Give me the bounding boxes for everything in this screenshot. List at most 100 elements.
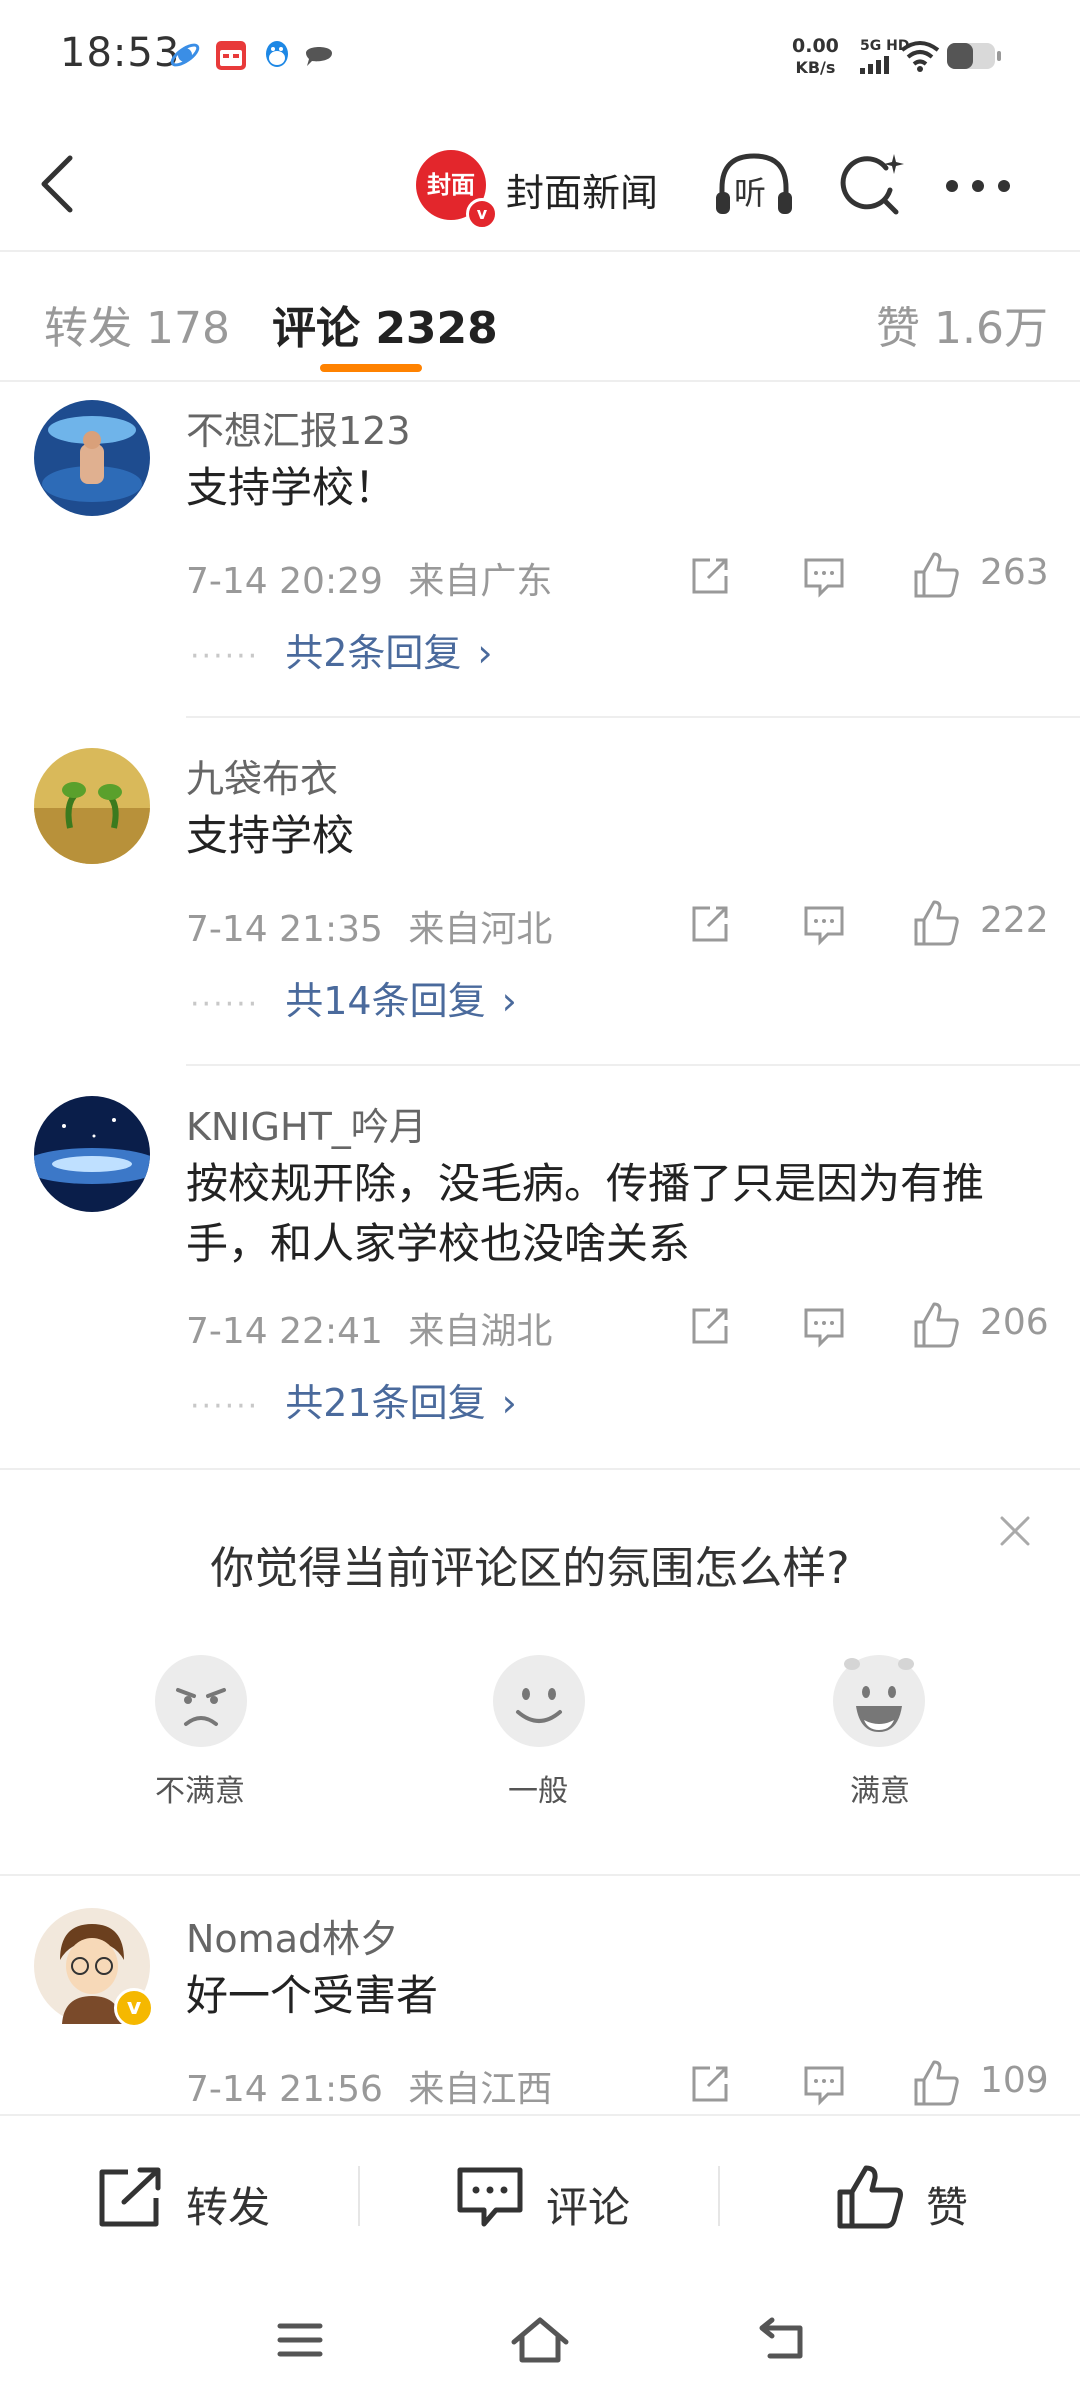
tab-repost[interactable]: 转发 178 bbox=[44, 292, 230, 356]
net-speed-value: 0.00 bbox=[792, 35, 839, 57]
status-time: 18:53 bbox=[60, 30, 181, 76]
laughing-face-icon[interactable] bbox=[832, 1654, 926, 1748]
back-icon[interactable] bbox=[34, 152, 80, 216]
signal-icon bbox=[860, 56, 892, 74]
repost-label[interactable]: 转发 bbox=[186, 2174, 270, 2235]
comment-location: 来自湖北 bbox=[408, 1311, 553, 1352]
like-count: 222 bbox=[980, 900, 1049, 941]
comment-location: 来自河北 bbox=[408, 909, 553, 950]
comment-meta: 7-14 21:56 来自江西 bbox=[186, 2060, 552, 2112]
back-nav-icon[interactable] bbox=[756, 2316, 808, 2362]
thumbs-up-icon bbox=[836, 2162, 906, 2232]
comment-label[interactable]: 评论 bbox=[546, 2174, 630, 2235]
comment-text: 支持学校！ bbox=[186, 463, 397, 512]
avatar[interactable] bbox=[34, 748, 150, 864]
survey-question: 你觉得当前评论区的氛围怎么样? bbox=[210, 1543, 850, 1594]
like-label[interactable]: 赞 bbox=[926, 2174, 968, 2235]
comment-text: 好一个受害者 bbox=[186, 1971, 439, 2020]
replies-count[interactable]: 共2条回复 bbox=[285, 631, 461, 675]
like-count: 109 bbox=[980, 2060, 1049, 2101]
avatar[interactable] bbox=[34, 400, 150, 516]
replies-count[interactable]: 共21条回复 bbox=[285, 1381, 485, 1425]
comment-time: 7-14 20:29 bbox=[186, 561, 383, 602]
home-icon[interactable] bbox=[510, 2314, 570, 2364]
like-icon[interactable] bbox=[912, 1300, 962, 1350]
active-tab-indicator bbox=[320, 364, 422, 372]
divider bbox=[186, 1064, 1080, 1066]
reply-icon[interactable] bbox=[802, 1304, 846, 1348]
survey-option-label[interactable]: 不满意 bbox=[120, 1766, 280, 1810]
like-icon[interactable] bbox=[912, 550, 962, 600]
tab-likes[interactable]: 赞 1.6万 bbox=[876, 292, 1048, 356]
comment-meta: 7-14 21:35 来自河北 bbox=[186, 900, 552, 952]
comment-time: 7-14 22:41 bbox=[186, 1311, 383, 1352]
reply-icon[interactable] bbox=[802, 554, 846, 598]
share-icon[interactable] bbox=[688, 2062, 732, 2106]
like-button[interactable]: 赞 bbox=[836, 2165, 996, 2232]
chevron-right-icon: › bbox=[501, 1381, 517, 1425]
chevron-right-icon: › bbox=[477, 631, 493, 675]
survey-option-label[interactable]: 一般 bbox=[458, 1766, 618, 1810]
view-replies-link[interactable]: ······ 共2条回复 › bbox=[190, 622, 493, 677]
reply-dots: ······ bbox=[190, 987, 260, 1022]
comment-icon bbox=[456, 2166, 526, 2230]
net-speed: 0.00 KB/s bbox=[792, 36, 839, 78]
reply-icon[interactable] bbox=[802, 902, 846, 946]
brand-name[interactable]: 封面新闻 bbox=[506, 162, 658, 217]
chat-app-icon bbox=[302, 38, 336, 72]
battery-icon bbox=[946, 42, 1002, 70]
replies-count[interactable]: 共14条回复 bbox=[285, 979, 485, 1023]
share-icon[interactable] bbox=[688, 902, 732, 946]
chevron-right-icon: › bbox=[501, 979, 517, 1023]
divider bbox=[186, 716, 1080, 718]
comment-username[interactable]: KNIGHT_吟月 bbox=[186, 1096, 427, 1151]
menu-icon[interactable] bbox=[276, 2320, 324, 2360]
avatar[interactable] bbox=[34, 1096, 150, 1212]
planet-app-icon bbox=[168, 38, 202, 72]
like-icon[interactable] bbox=[912, 898, 962, 948]
search-icon[interactable] bbox=[838, 150, 908, 220]
survey-option-label[interactable]: 满意 bbox=[800, 1766, 960, 1810]
tab-comments[interactable]: 评论 2328 bbox=[272, 292, 498, 356]
divider bbox=[358, 2166, 360, 2226]
more-icon[interactable] bbox=[944, 178, 1012, 194]
reply-dots: ······ bbox=[190, 639, 260, 674]
listen-button[interactable]: 听 bbox=[712, 146, 796, 226]
like-count: 206 bbox=[980, 1302, 1049, 1343]
comment-text: 支持学校 bbox=[186, 811, 355, 860]
share-icon[interactable] bbox=[688, 1304, 732, 1348]
atmosphere-survey: 你觉得当前评论区的氛围怎么样? 不满意 一般 满意 bbox=[0, 1468, 1080, 1876]
net-speed-unit: KB/s bbox=[795, 58, 836, 77]
comment-meta: 7-14 20:29 来自广东 bbox=[186, 552, 552, 604]
verified-badge-icon: v bbox=[114, 1988, 154, 2028]
top-header: 封面 v 封面新闻 听 bbox=[0, 110, 1080, 252]
smile-face-icon[interactable] bbox=[492, 1654, 586, 1748]
reply-dots: ······ bbox=[190, 1389, 260, 1424]
close-icon[interactable] bbox=[996, 1512, 1034, 1550]
like-icon[interactable] bbox=[912, 2058, 962, 2108]
system-nav-bar bbox=[0, 2274, 1080, 2400]
avatar[interactable]: v bbox=[34, 1908, 154, 2028]
status-bar: 18:53 0.00 KB/s 5G HD bbox=[0, 0, 1080, 110]
listen-label: 听 bbox=[734, 174, 767, 212]
share-icon[interactable] bbox=[688, 554, 732, 598]
repost-button[interactable]: 转发 bbox=[96, 2166, 296, 2232]
qq-app-icon bbox=[260, 38, 294, 72]
bottom-action-bar: 转发 评论 赞 bbox=[0, 2114, 1080, 2276]
comment-time: 7-14 21:35 bbox=[186, 909, 383, 950]
angry-face-icon[interactable] bbox=[154, 1654, 248, 1748]
reply-icon[interactable] bbox=[802, 2062, 846, 2106]
comment-username[interactable]: Nomad林夕 bbox=[186, 1908, 398, 1963]
like-count: 263 bbox=[980, 552, 1049, 593]
calendar-app-icon bbox=[214, 38, 248, 72]
view-replies-link[interactable]: ······ 共14条回复 › bbox=[190, 970, 517, 1025]
comment-meta: 7-14 22:41 来自湖北 bbox=[186, 1302, 552, 1354]
comment-time: 7-14 21:56 bbox=[186, 2069, 383, 2110]
comment-username[interactable]: 九袋布衣 bbox=[186, 748, 338, 803]
comment-button[interactable]: 评论 bbox=[456, 2166, 656, 2232]
comment-username[interactable]: 不想汇报123 bbox=[186, 400, 411, 455]
divider bbox=[718, 2166, 720, 2226]
comment-location: 来自江西 bbox=[408, 2069, 553, 2110]
comment-location: 来自广东 bbox=[408, 561, 553, 602]
view-replies-link[interactable]: ······ 共21条回复 › bbox=[190, 1372, 517, 1427]
